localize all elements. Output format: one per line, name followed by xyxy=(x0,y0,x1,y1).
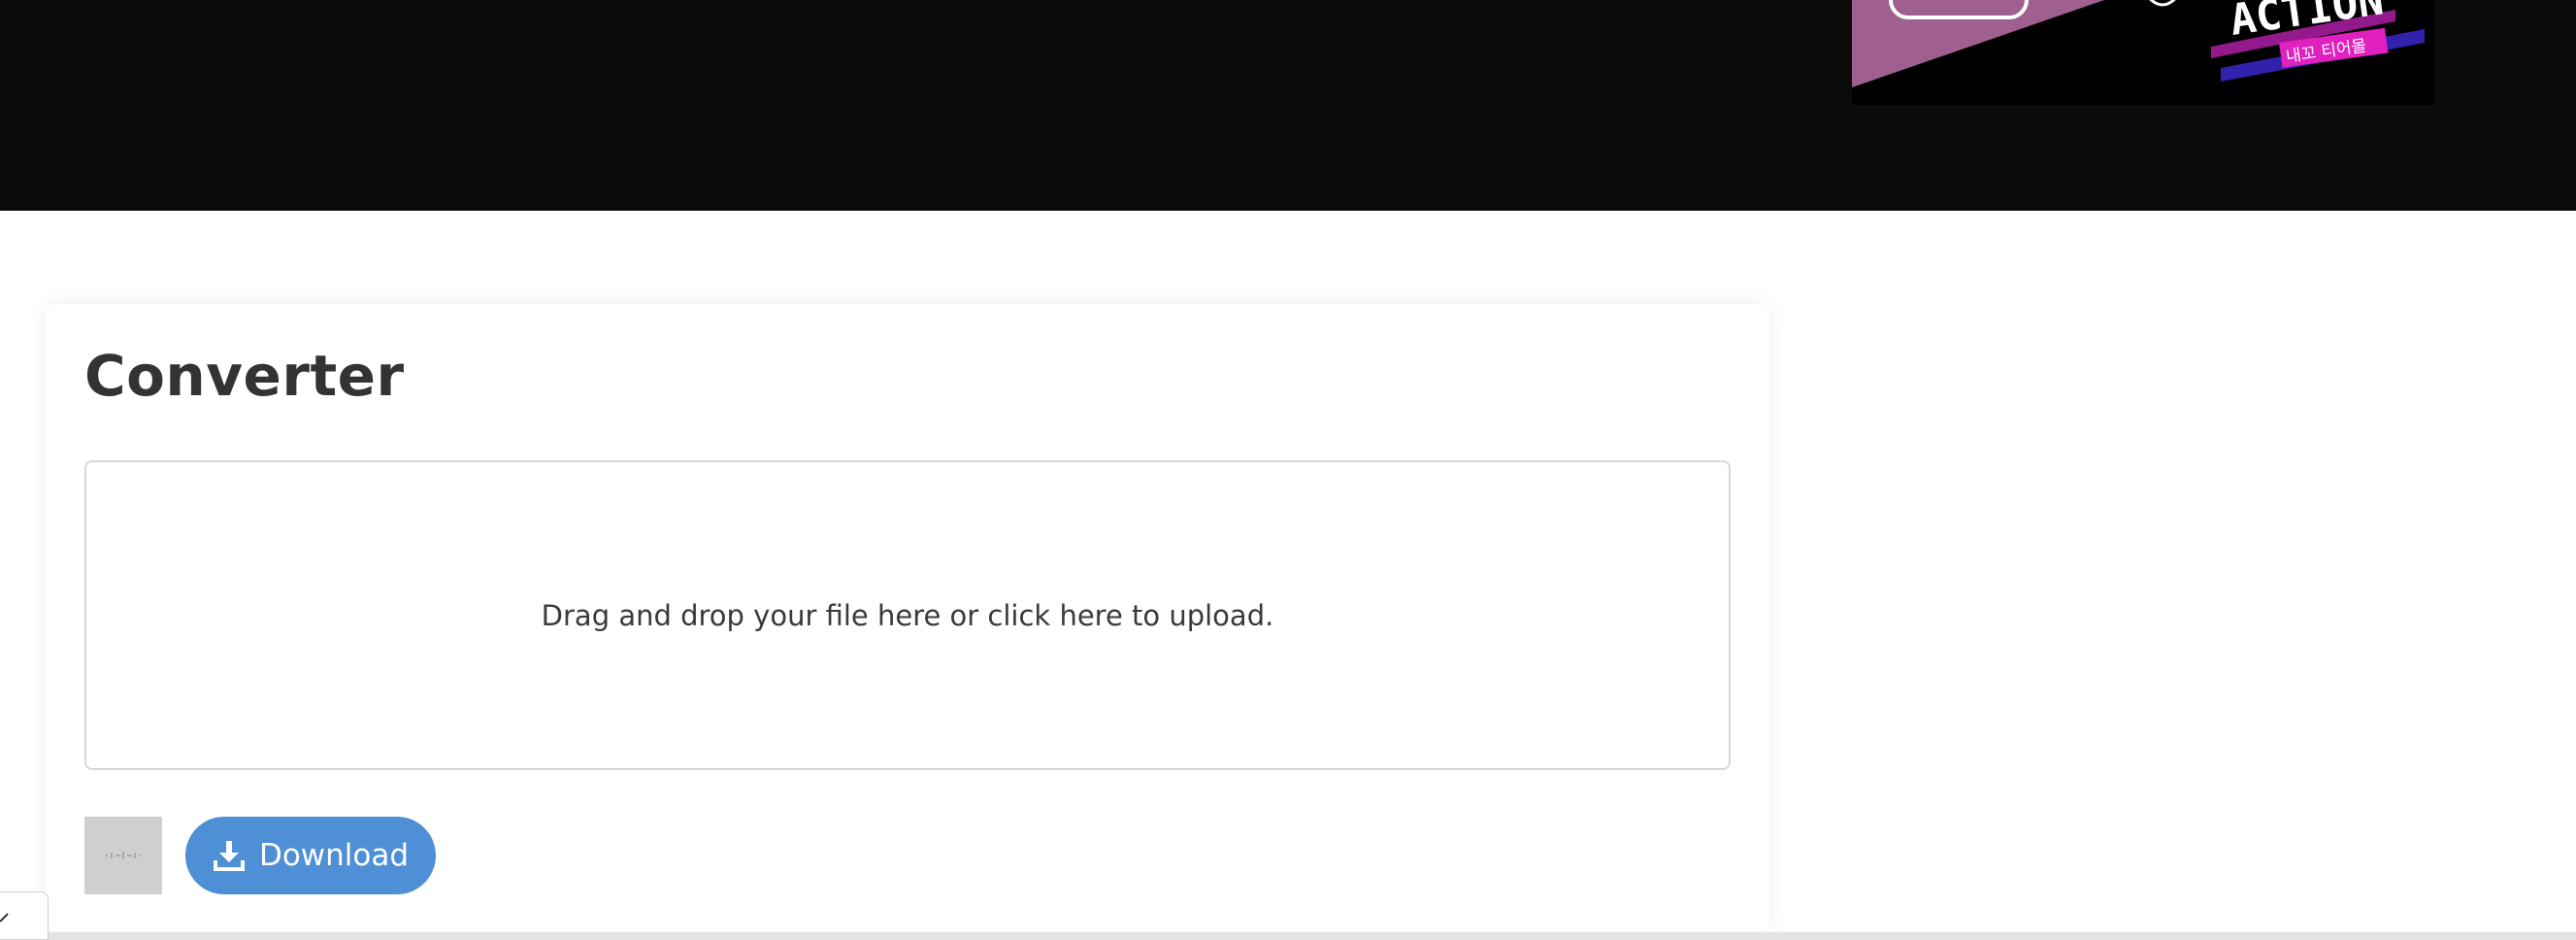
dropzone-instructions: Drag and drop your file here or click he… xyxy=(541,598,1274,632)
download-button[interactable]: Download xyxy=(185,817,436,894)
converter-card: Converter Drag and drop your file here o… xyxy=(46,304,1769,931)
ad-banner[interactable]: ACTION 내꼬 티어몰 xyxy=(1852,0,2434,105)
page-title: Converter xyxy=(84,343,405,409)
collapse-arrow-icon xyxy=(0,913,9,923)
file-dropzone[interactable]: Drag and drop your file here or click he… xyxy=(84,460,1731,770)
ad-banner-artwork: ACTION 내꼬 티어몰 xyxy=(1852,0,2434,105)
download-button-label: Download xyxy=(258,838,410,873)
horizontal-scrollbar[interactable] xyxy=(49,932,2576,940)
collapse-tab[interactable] xyxy=(0,891,49,940)
download-icon xyxy=(213,839,246,872)
audio-waveform-icon xyxy=(84,817,162,894)
top-banner-bar: ACTION 내꼬 티어몰 xyxy=(0,0,2576,211)
